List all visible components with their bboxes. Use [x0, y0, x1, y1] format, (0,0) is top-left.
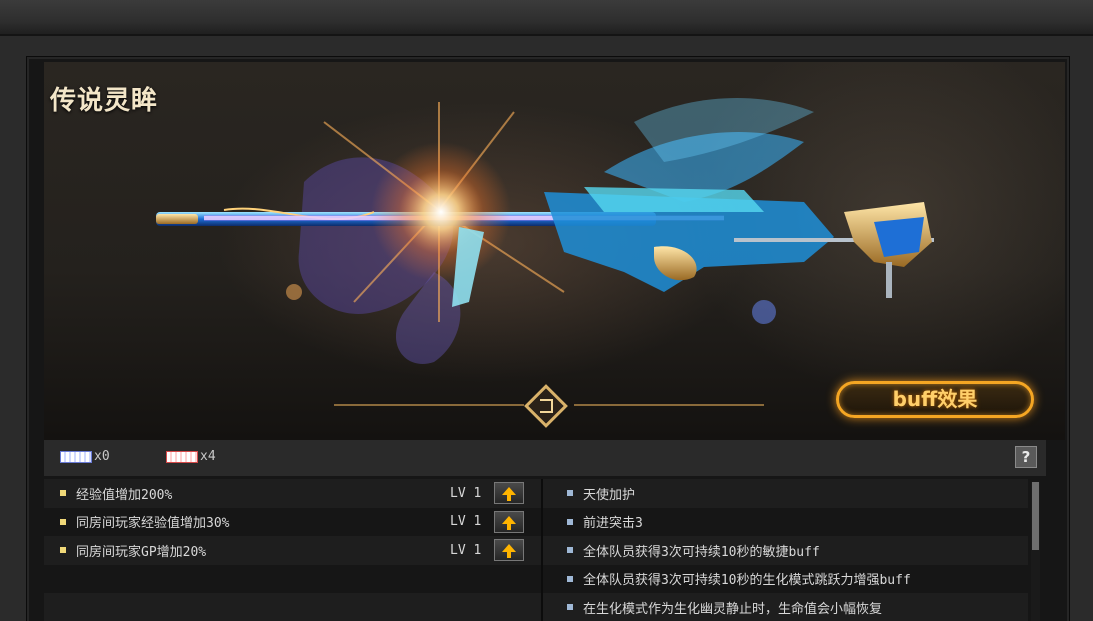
buff-label: 天使加护 [583, 487, 636, 503]
bonus-label: 同房间玩家GP增加20% [76, 544, 207, 560]
bullet-icon [60, 490, 66, 497]
buff-list: 天使加护 前进突击3 全体队员获得3次可持续10秒的敏捷buff 全体队员获得3… [543, 479, 1028, 621]
scrollbar-thumb[interactable] [1032, 482, 1039, 550]
white-blue-badge-icon [60, 450, 92, 463]
bonus-list: 经验值增加200% LV 1 同房间玩家经验值增加30% LV 1 同房间玩家G… [44, 479, 541, 621]
bonus-level: LV 1 [450, 485, 482, 501]
bullet-icon [60, 547, 66, 554]
bullet-icon [567, 518, 573, 525]
bullet-icon [567, 547, 573, 554]
list-item: 全体队员获得3次可持续10秒的生化模式跳跃力增强buff [543, 564, 1028, 593]
arrow-up-icon [502, 487, 516, 501]
badge-count: x0 [94, 449, 110, 464]
bonus-label: 同房间玩家经验值增加30% [76, 516, 230, 532]
list-item: 同房间玩家经验值增加30% LV 1 [44, 507, 541, 536]
bonus-label: 经验值增加200% [76, 487, 173, 503]
upgrade-button[interactable] [494, 510, 524, 533]
bullet-icon [60, 518, 66, 525]
weapon-title: 传说灵眸 [50, 86, 159, 116]
badge-blue: x0 [60, 449, 110, 464]
help-button[interactable]: ? [1015, 446, 1037, 468]
arrow-up-icon [502, 544, 516, 558]
bullet-icon [567, 575, 573, 582]
arrow-up-icon [502, 515, 516, 530]
list-item: 前进突击3 [543, 507, 1028, 536]
top-band [0, 0, 1093, 36]
buff-label: 全体队员获得3次可持续10秒的生化模式跳跃力增强buff [583, 573, 911, 589]
bonus-level: LV 1 [450, 542, 482, 558]
upgrade-button[interactable] [494, 539, 524, 561]
list-item: 在生化模式作为生化幽灵静止时，生命值会小幅恢复 [543, 593, 1028, 621]
badge-count: x4 [200, 449, 216, 464]
white-red-badge-icon [166, 450, 198, 463]
list-item-empty [44, 564, 541, 593]
ornament-emblem-icon [524, 384, 568, 428]
buff-label: 前进突击3 [583, 516, 643, 532]
upgrade-button[interactable] [494, 482, 524, 504]
buff-label: 在生化模式作为生化幽灵静止时，生命值会小幅恢复 [583, 601, 883, 617]
buff-effect-button[interactable]: buff效果 [836, 381, 1034, 418]
list-item: 经验值增加200% LV 1 [44, 479, 541, 508]
badge-red: x4 [166, 449, 216, 464]
list-item-empty [44, 593, 541, 621]
list-item: 全体队员获得3次可持续10秒的敏捷buff [543, 536, 1028, 565]
bullet-icon [567, 604, 573, 611]
list-item: 同房间玩家GP增加20% LV 1 [44, 536, 541, 565]
bonus-level: LV 1 [450, 514, 482, 530]
buff-label: 全体队员获得3次可持续10秒的敏捷buff [583, 544, 820, 560]
list-item: 天使加护 [543, 479, 1028, 508]
bullet-icon [567, 490, 573, 497]
